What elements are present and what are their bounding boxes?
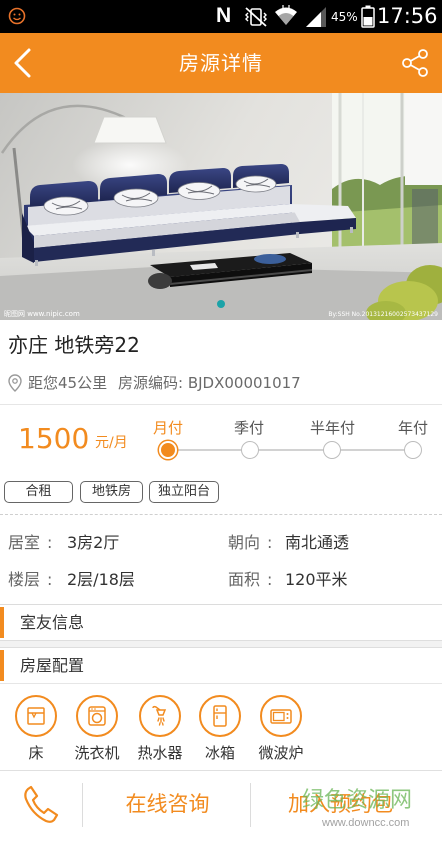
- amenity-microwave: [260, 695, 302, 737]
- app-header: 房源详情: [0, 33, 442, 93]
- divider: [0, 683, 442, 684]
- detail-value-floor: 2层/18层: [67, 570, 135, 589]
- amenity-washing-machine: [76, 695, 118, 737]
- listing-photo[interactable]: 昵图网 www.nipic.com By:SSH No.201312160025…: [0, 93, 442, 320]
- listing-code: 房源编码: BJDX00001017: [118, 374, 301, 392]
- payment-option-monthly[interactable]: 月付: [153, 418, 183, 438]
- detail-label-floor: 楼层: [8, 570, 41, 589]
- payment-slider-stop[interactable]: [323, 441, 341, 459]
- section-accent-bar: [0, 607, 4, 638]
- payment-option-yearly[interactable]: 年付: [398, 418, 428, 438]
- amenity-bed: [15, 695, 57, 737]
- section-title-roommates: 室友信息: [20, 613, 85, 632]
- detail-separator: :: [267, 570, 273, 589]
- divider: [82, 783, 83, 827]
- fridge-icon: [213, 705, 227, 727]
- amenity-label-bed: 床: [28, 744, 44, 762]
- detail-separator: :: [267, 533, 273, 552]
- share-icon[interactable]: [400, 49, 430, 77]
- detail-label-rooms: 居室: [8, 533, 41, 552]
- amenity-label-water-heater: 热水器: [137, 744, 183, 762]
- payment-slider-track[interactable]: [168, 449, 414, 451]
- payment-option-half-year[interactable]: 半年付: [310, 418, 355, 438]
- property-detail-screen: N 45% 17:56 房源详情 昵图网 www.nipic.com By:SS…: [0, 0, 442, 841]
- price-value: 1500: [18, 422, 90, 455]
- listing-title: 亦庄 地铁旁22: [8, 333, 140, 357]
- tag-private-balcony: 独立阳台: [149, 481, 219, 503]
- online-consult-button[interactable]: 在线咨询: [85, 790, 250, 818]
- location-pin-icon: [8, 374, 22, 392]
- living-room-photo: 昵图网 www.nipic.com By:SSH No.201312160025…: [0, 93, 442, 320]
- status-bar: N 45% 17:56: [0, 0, 442, 33]
- amenity-water-heater: [139, 695, 181, 737]
- wifi-icon: [275, 5, 297, 25]
- section-roommates[interactable]: 室友信息: [0, 605, 442, 640]
- amenity-label-fridge: 冰箱: [204, 744, 235, 762]
- detail-value-area: 120平米: [285, 570, 348, 589]
- bottom-action-bar: 在线咨询 加入预约包 绿色资源网 www.downcc.com: [0, 770, 442, 841]
- water-heater-icon: [152, 705, 167, 726]
- tag-near-subway: 地铁房: [80, 481, 143, 503]
- detail-label-orientation: 朝向: [228, 533, 261, 552]
- section-accent-bar: [0, 650, 4, 681]
- signal-icon: [306, 7, 326, 27]
- divider: [250, 783, 251, 827]
- detail-value-rooms: 3房2厅: [67, 533, 120, 552]
- battery-percent: 45%: [331, 10, 358, 24]
- carousel-dot: [217, 300, 225, 308]
- section-config[interactable]: 房屋配置: [0, 648, 442, 683]
- amenity-fridge: [199, 695, 241, 737]
- nfc-indicator: N: [216, 4, 232, 27]
- app-notification-icon: [8, 7, 26, 25]
- bed-icon: [27, 707, 45, 725]
- section-title-config: 房屋配置: [20, 656, 85, 675]
- vibrate-mute-icon: [245, 7, 267, 27]
- battery-icon: [361, 5, 375, 28]
- dashed-divider: [0, 514, 442, 515]
- payment-option-quarterly[interactable]: 季付: [234, 418, 264, 438]
- payment-slider-stop[interactable]: [241, 441, 259, 459]
- divider: [0, 404, 442, 405]
- amenity-label-washing-machine: 洗衣机: [74, 744, 120, 762]
- amenity-label-microwave: 微波炉: [258, 744, 304, 762]
- payment-slider-stop[interactable]: [404, 441, 422, 459]
- photo-watermark-right: By:SSH No.20131216002573437129: [328, 311, 438, 318]
- section-gap: [0, 640, 442, 648]
- page-title: 房源详情: [179, 51, 263, 75]
- photo-watermark-left: 昵图网 www.nipic.com: [4, 310, 80, 318]
- site-watermark-url: www.downcc.com: [322, 817, 410, 829]
- distance-text: 距您45公里: [28, 374, 108, 392]
- washing-machine-icon: [88, 706, 106, 726]
- payment-slider-stop[interactable]: [159, 441, 177, 459]
- tag-shared-rent: 合租: [4, 481, 73, 503]
- detail-separator: :: [47, 533, 53, 552]
- microwave-icon: [270, 709, 292, 724]
- detail-value-orientation: 南北通透: [285, 533, 350, 552]
- site-watermark: 绿色资源网: [302, 788, 413, 813]
- detail-label-area: 面积: [228, 570, 261, 589]
- detail-separator: :: [47, 570, 53, 589]
- price-unit: 元/月: [95, 435, 128, 451]
- clock: 17:56: [377, 4, 438, 28]
- phone-icon[interactable]: [22, 784, 60, 824]
